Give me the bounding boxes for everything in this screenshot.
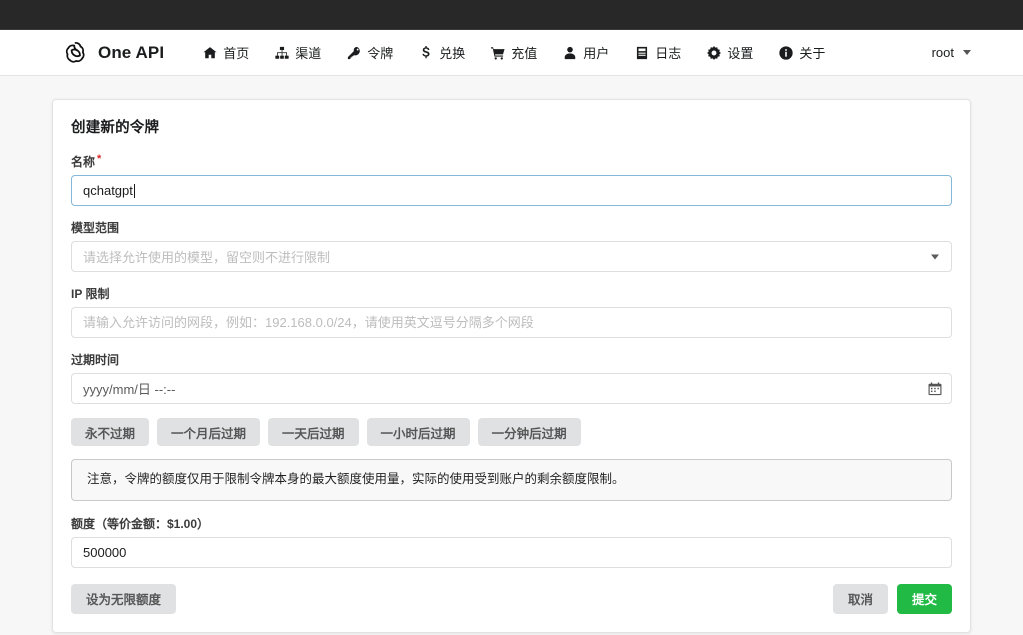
nav-item-about-label: 关于: [799, 43, 825, 62]
nav-item-redeem[interactable]: 兑换: [406, 30, 478, 76]
openai-spiral-logo-icon: [62, 39, 89, 66]
book-icon: [635, 46, 649, 60]
home-icon: [203, 46, 217, 60]
preset-one-hour-button[interactable]: 一小时后过期: [367, 418, 470, 446]
chevron-down-icon[interactable]: [931, 254, 939, 259]
browser-top-bar: [0, 0, 1023, 30]
nav-item-tokens[interactable]: 令牌: [334, 30, 406, 76]
nav-item-settings-label: 设置: [727, 43, 753, 62]
expiry-preset-buttons: 永不过期 一个月后过期 一天后过期 一小时后过期 一分钟后过期: [71, 418, 952, 446]
chevron-down-icon: [963, 50, 971, 55]
field-quota: 额度（等价金额：$1.00） 500000: [71, 515, 952, 568]
user-menu[interactable]: root: [932, 45, 989, 60]
field-name-wrap: qchatgpt: [71, 175, 952, 206]
name-input[interactable]: qchatgpt: [71, 175, 952, 206]
field-quota-label: 额度（等价金额：$1.00）: [71, 515, 952, 532]
field-expiry: 过期时间 yyyy/mm/日 --:--: [71, 351, 952, 404]
quota-notice-message: 注意，令牌的额度仅用于限制令牌本身的最大额度使用量，实际的使用受到账户的剩余额度…: [71, 459, 952, 501]
text-cursor: [134, 184, 135, 198]
nav-item-logs[interactable]: 日志: [622, 30, 694, 76]
user-icon: [563, 46, 577, 60]
calendar-icon[interactable]: [928, 382, 942, 396]
field-ip-limit-label: IP 限制: [71, 285, 952, 302]
nav-item-users-label: 用户: [583, 43, 609, 62]
nav-item-topup-label: 充值: [511, 43, 537, 62]
nav-item-users[interactable]: 用户: [550, 30, 622, 76]
field-model-scope-wrap: 请选择允许使用的模型，留空则不进行限制: [71, 241, 952, 272]
field-name-label: 名称*: [71, 153, 952, 170]
nav-item-redeem-label: 兑换: [439, 43, 465, 62]
name-input-value: qchatgpt: [83, 183, 133, 198]
ip-limit-input[interactable]: [71, 307, 952, 338]
field-model-scope-label: 模型范围: [71, 219, 952, 236]
nav-item-about[interactable]: 关于: [766, 30, 838, 76]
nav-item-channels[interactable]: 渠道: [262, 30, 334, 76]
model-scope-dropdown[interactable]: 请选择允许使用的模型，留空则不进行限制: [71, 241, 952, 272]
preset-one-minute-button[interactable]: 一分钟后过期: [478, 418, 581, 446]
set-unlimited-quota-button[interactable]: 设为无限额度: [71, 584, 176, 614]
main-navbar: One API 首页 渠道 令牌 兑换: [0, 30, 1023, 76]
expiry-datetime-input[interactable]: yyyy/mm/日 --:--: [71, 373, 952, 404]
cart-icon: [491, 46, 505, 60]
nav-items: 首页 渠道 令牌 兑换 充值: [190, 30, 838, 76]
primary-actions: 取消 提交: [833, 584, 952, 614]
submit-button[interactable]: 提交: [897, 584, 952, 614]
quota-input[interactable]: 500000: [71, 537, 952, 568]
cancel-button[interactable]: 取消: [833, 584, 888, 614]
field-expiry-wrap: yyyy/mm/日 --:--: [71, 373, 952, 404]
form-actions: 设为无限额度 取消 提交: [71, 584, 952, 614]
dollar-icon: [419, 46, 433, 60]
field-quota-wrap: 500000: [71, 537, 952, 568]
field-model-scope: 模型范围 请选择允许使用的模型，留空则不进行限制: [71, 219, 952, 272]
preset-one-day-button[interactable]: 一天后过期: [268, 418, 359, 446]
info-circle-icon: [779, 46, 793, 60]
preset-never-expire-button[interactable]: 永不过期: [71, 418, 149, 446]
create-token-card: 创建新的令牌 名称* qchatgpt 模型范围 请选择允许使用的模型，留空则不…: [52, 99, 971, 633]
field-ip-limit: IP 限制: [71, 285, 952, 338]
nav-item-tokens-label: 令牌: [367, 43, 393, 62]
brand-name: One API: [98, 43, 164, 63]
page-body: 创建新的令牌 名称* qchatgpt 模型范围 请选择允许使用的模型，留空则不…: [0, 76, 1023, 635]
model-scope-placeholder: 请选择允许使用的模型，留空则不进行限制: [83, 247, 330, 266]
nav-item-settings[interactable]: 设置: [694, 30, 766, 76]
gear-icon: [707, 46, 721, 60]
required-marker: *: [97, 153, 101, 165]
field-name-label-text: 名称: [71, 155, 95, 169]
expiry-placeholder: yyyy/mm/日 --:--: [83, 379, 175, 398]
nav-item-home[interactable]: 首页: [190, 30, 262, 76]
field-expiry-label: 过期时间: [71, 351, 952, 368]
sitemap-icon: [275, 46, 289, 60]
page-title: 创建新的令牌: [71, 116, 952, 137]
quota-input-value: 500000: [83, 545, 126, 560]
nav-item-topup[interactable]: 充值: [478, 30, 550, 76]
key-icon: [347, 46, 361, 60]
preset-one-month-button[interactable]: 一个月后过期: [157, 418, 260, 446]
nav-item-channels-label: 渠道: [295, 43, 321, 62]
nav-item-logs-label: 日志: [655, 43, 681, 62]
field-ip-limit-wrap: [71, 307, 952, 338]
nav-item-home-label: 首页: [223, 43, 249, 62]
field-name: 名称* qchatgpt: [71, 153, 952, 206]
brand-link[interactable]: One API: [62, 39, 164, 66]
user-menu-label: root: [932, 45, 954, 60]
